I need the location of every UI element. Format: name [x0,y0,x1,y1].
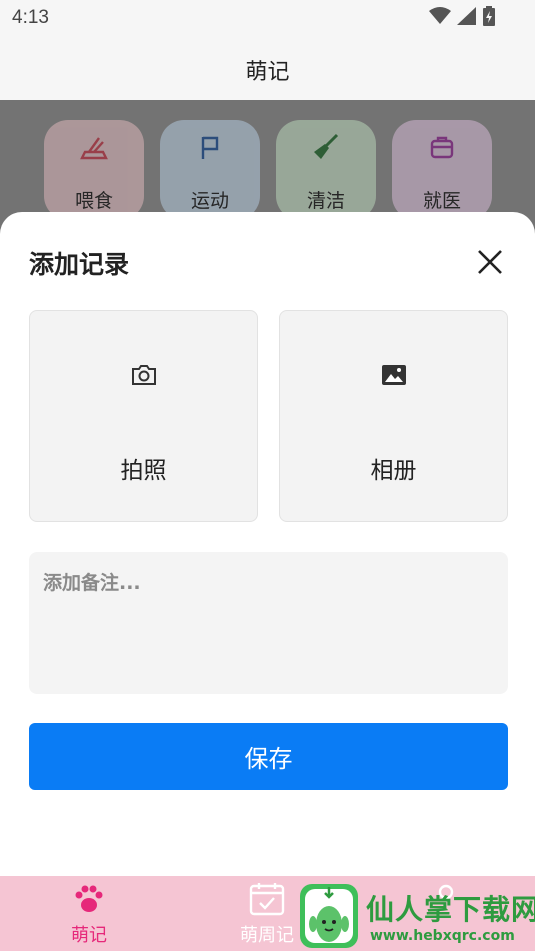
status-icons [429,6,495,26]
calendar-check-icon [249,883,285,916]
add-record-sheet: 添加记录 拍照 相册 保存 [0,212,535,876]
close-icon [478,250,502,274]
close-button[interactable] [470,242,510,282]
save-button[interactable]: 保存 [29,723,508,790]
watermark-text: 仙人掌下载网 [366,893,535,926]
photo-album-button[interactable]: 相册 [279,310,508,522]
cactus-logo [300,884,358,948]
tab-mengji[interactable]: 萌记 [29,876,149,951]
watermark-url: www.hebxqrc.com [370,928,515,944]
camera-icon [131,365,156,385]
page-title: 萌记 [245,60,290,85]
photo-album-label: 相册 [370,458,417,484]
status-time: 4:13 [12,7,49,28]
watermark: 仙人掌下载网 www.hebxqrc.com [300,884,535,948]
sheet-title: 添加记录 [29,250,130,279]
note-input[interactable] [29,552,508,694]
cactus-icon [305,887,353,943]
tab-label: 萌记 [71,925,107,946]
take-photo-label: 拍照 [120,458,167,484]
take-photo-button[interactable]: 拍照 [29,310,258,522]
image-icon [381,365,406,385]
status-bar: 4:13 [0,0,535,36]
signal-icon [457,7,476,25]
battery-icon [483,6,495,26]
wifi-icon [429,7,451,24]
paw-icon [75,885,103,912]
app-bar: 萌记 [0,36,535,100]
